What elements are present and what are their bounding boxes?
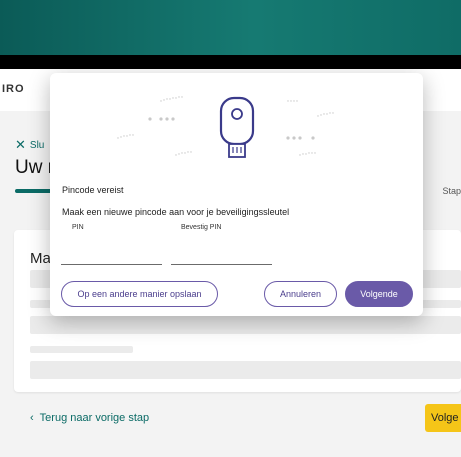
confirm-pin-input[interactable] <box>171 237 272 265</box>
pin-input[interactable] <box>61 237 162 265</box>
close-link[interactable]: ✕ Slu <box>15 137 44 153</box>
placeholder-line <box>30 316 461 334</box>
security-key-illustration <box>117 96 334 158</box>
close-label: Slu <box>29 140 45 151</box>
close-icon: ✕ <box>15 137 26 152</box>
page-title: Uw r <box>15 157 55 178</box>
confirm-pin-label: Bevestig PIN <box>181 224 222 231</box>
next-button[interactable]: Volgende <box>345 281 413 307</box>
top-header-bar <box>0 0 461 57</box>
card-title: Ma <box>30 250 51 267</box>
save-other-way-button[interactable]: Op een andere manier opslaan <box>61 281 218 307</box>
next-step-button[interactable]: Volge <box>425 404 461 432</box>
pin-label: PIN <box>72 224 84 231</box>
brand-logo: IRO <box>2 83 25 95</box>
dialog-description: Maak een nieuwe pincode aan voor je beve… <box>62 207 290 217</box>
back-link[interactable]: ‹ Terug naar vorige stap <box>30 412 149 424</box>
back-link-label: Terug naar vorige stap <box>39 412 150 424</box>
security-key-icon <box>219 96 255 158</box>
placeholder-line <box>30 346 133 353</box>
progress-bar <box>15 189 55 193</box>
header-divider <box>0 55 461 69</box>
chevron-left-icon: ‹ <box>30 412 34 424</box>
step-indicator: Stap <box>442 186 461 196</box>
placeholder-line <box>30 361 461 379</box>
pin-dialog: Pincode vereist Maak een nieuwe pincode … <box>50 73 423 316</box>
dialog-title: Pincode vereist <box>62 185 124 195</box>
cancel-button[interactable]: Annuleren <box>264 281 337 307</box>
